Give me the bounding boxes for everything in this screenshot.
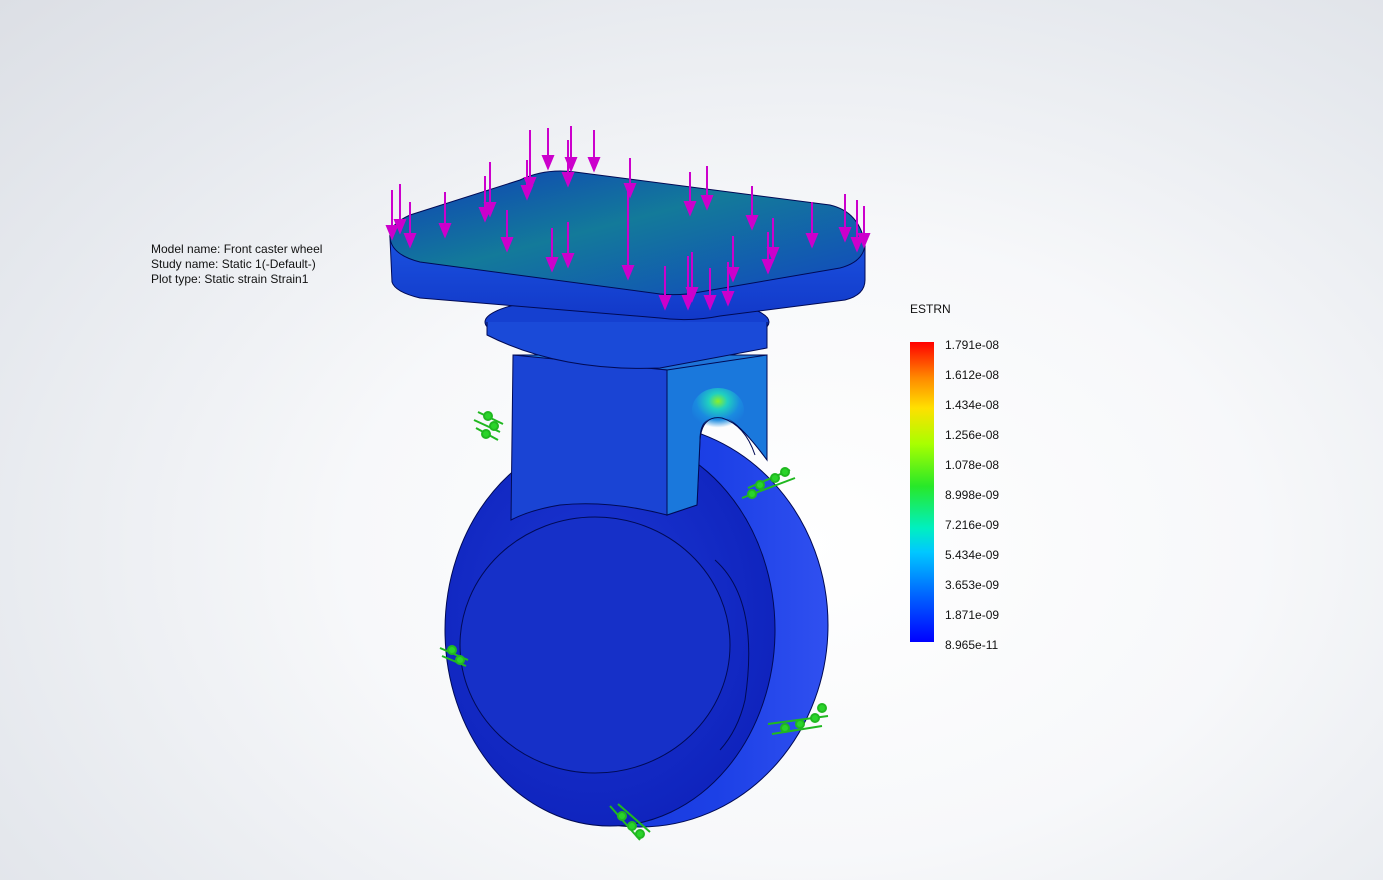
legend-tick-label: 1.871e-09 — [945, 608, 1000, 622]
legend-tick-label: 1.791e-08 — [945, 338, 1000, 352]
legend-tick-label: 5.434e-09 — [945, 548, 1000, 562]
legend-tick-label: 1.256e-08 — [945, 428, 1000, 442]
load-arrow — [587, 130, 601, 173]
model-viewport[interactable] — [0, 0, 1383, 880]
load-arrow — [393, 184, 407, 235]
load-arrow — [700, 166, 714, 211]
legend-tick-label: 1.612e-08 — [945, 368, 1000, 382]
legend-tick-label: 1.434e-08 — [945, 398, 1000, 412]
fixture-symbol — [473, 411, 504, 441]
legend-tick-label: 8.965e-11 — [945, 638, 999, 652]
legend-tick-label: 7.216e-09 — [945, 518, 1000, 532]
legend-tick-label: 8.998e-09 — [945, 488, 1000, 502]
load-arrow — [541, 128, 555, 171]
legend-tick-label: 3.653e-09 — [945, 578, 1000, 592]
legend-tick-label: 1.078e-08 — [945, 458, 1000, 472]
load-arrow — [385, 190, 399, 241]
color-scale-bar — [910, 342, 934, 642]
load-arrow — [857, 206, 871, 249]
legend-title: ESTRN — [910, 302, 951, 316]
